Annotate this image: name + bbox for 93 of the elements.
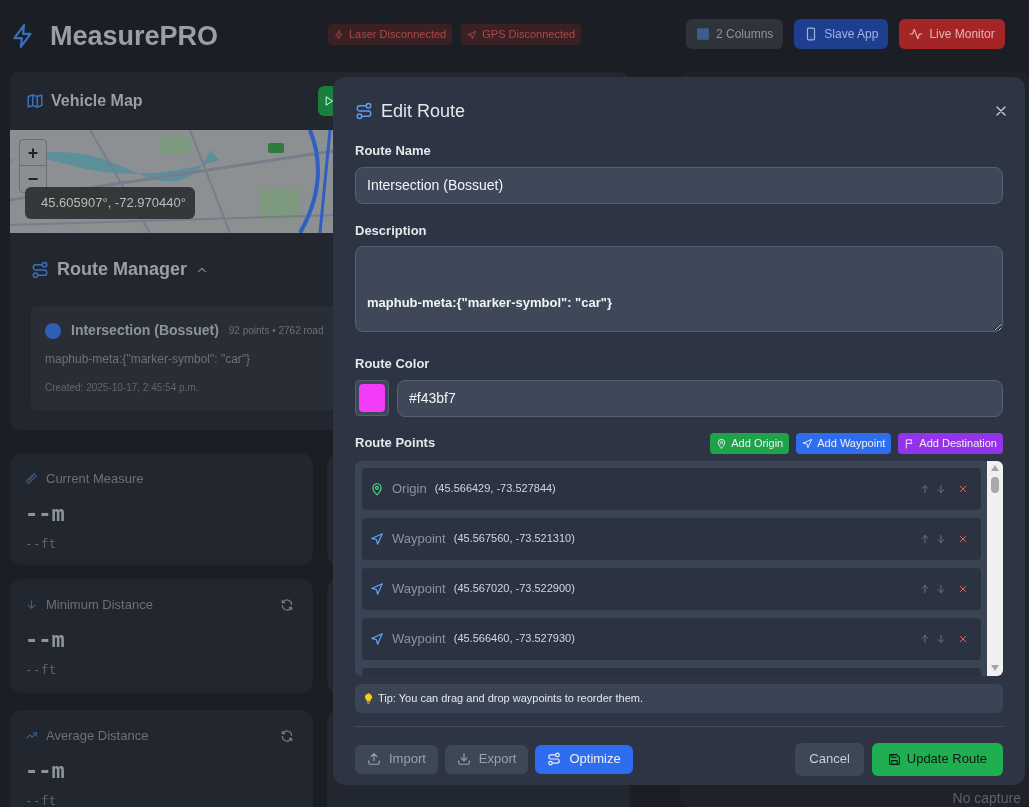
route-icon (547, 752, 562, 766)
arrow-down-icon (935, 632, 947, 645)
field-label: Route Name (355, 142, 432, 160)
panel-title: Vehicle Map (51, 91, 143, 111)
point-type: Waypoint (392, 579, 446, 598)
arrow-down-icon (935, 532, 947, 545)
scroll-up-icon[interactable] (991, 464, 999, 471)
point-coordinates: (45.567560, -73.521310) (453, 531, 575, 547)
pin-icon (370, 481, 384, 496)
update-button[interactable]: Update Route (871, 742, 1003, 776)
point-type: Origin (392, 479, 427, 498)
arrow-down-icon (935, 582, 947, 595)
refresh-icon (280, 597, 294, 612)
arrow-down-icon (25, 598, 38, 612)
download-icon (456, 752, 471, 766)
upload-icon (367, 752, 381, 766)
move-up-button[interactable] (919, 582, 931, 595)
add-point-button[interactable]: Add Destination (898, 432, 1003, 454)
field-label: Description (355, 221, 428, 240)
measure-value: --m (25, 625, 66, 654)
card-title: Current Measure (46, 470, 144, 488)
header-button[interactable]: Slave App (794, 19, 889, 49)
card-title: Minimum Distance (46, 596, 153, 614)
coordinates-text: 45.605907°, -72.970440° (41, 194, 186, 213)
navigation-icon (370, 581, 384, 596)
navigation-icon (370, 531, 384, 546)
arrow-up-icon (919, 532, 931, 545)
tip-text: Tip: You can drag and drop waypoints to reorder them. (378, 690, 643, 706)
arrow-up-icon (919, 482, 931, 495)
measure-unit: --ft (25, 791, 58, 807)
lightbulb-icon (363, 692, 374, 704)
section-title: Route Manager (57, 258, 188, 281)
navigation-icon (467, 29, 478, 40)
measure-value: --m (25, 499, 66, 528)
header-button[interactable]: Live Monitor (899, 19, 1005, 49)
point-coordinates: (45.567020, -73.522900) (453, 581, 575, 597)
map-icon (26, 92, 44, 110)
columns-icon (696, 27, 710, 41)
route-description: maphub-meta:{"marker-symbol": "car"} (45, 351, 252, 368)
move-up-button[interactable] (919, 532, 931, 545)
point-type: Waypoint (392, 529, 446, 548)
arrow-up-icon (919, 632, 931, 645)
zoom-in-button[interactable]: + (20, 140, 46, 166)
pulse-icon (909, 27, 924, 41)
app-title: MeasurePRO (50, 19, 219, 53)
arrow-down-icon (935, 482, 947, 495)
move-down-button[interactable] (935, 582, 947, 595)
save-icon (887, 752, 901, 766)
measure-value: --m (25, 756, 66, 785)
lightning-icon (334, 29, 344, 40)
footer-button[interactable]: Optimize (535, 744, 633, 774)
header-button[interactable]: 2 Columns (686, 19, 784, 49)
field-label: Route Points (355, 434, 436, 453)
scroll-down-icon[interactable] (991, 664, 999, 671)
pin-icon (716, 437, 728, 449)
move-up-button[interactable] (919, 632, 931, 645)
scrollbar-thumb[interactable] (991, 476, 999, 493)
move-down-button[interactable] (935, 532, 947, 545)
navigation-icon (370, 631, 384, 646)
point-type: Waypoint (392, 629, 446, 648)
name-field[interactable]: Intersection (Bossuet) (355, 166, 1003, 204)
point-coordinates: (45.566429, -73.527844) (434, 481, 556, 497)
status-badge: Laser Disconnected (328, 24, 453, 45)
scrollbar[interactable] (987, 460, 1003, 676)
empty-state-text: No capture (952, 789, 1021, 807)
measure-unit: --ft (25, 660, 58, 679)
field-label: Route Color (355, 355, 431, 373)
move-up-button[interactable] (919, 482, 931, 495)
add-point-button[interactable]: Add Waypoint (796, 432, 892, 454)
route-icon (355, 102, 373, 120)
cancel-button[interactable]: Cancel (795, 742, 864, 776)
arrow-up-icon (919, 582, 931, 595)
measure-unit: --ft (25, 534, 58, 553)
move-down-button[interactable] (935, 632, 947, 645)
footer-button[interactable]: Export (444, 744, 529, 774)
color-picker[interactable] (355, 379, 389, 416)
navigation-icon (802, 437, 814, 449)
dialog-title: Edit Route (381, 99, 466, 123)
add-point-button[interactable]: Add Origin (710, 432, 790, 454)
status-badge: GPS Disconnected (461, 24, 582, 45)
refresh-icon (280, 728, 294, 743)
route-name: Intersection (Bossuet) (71, 321, 219, 340)
route-icon (31, 260, 49, 279)
ruler-icon (25, 472, 38, 486)
footer-button[interactable]: Import (355, 744, 438, 774)
refresh-button[interactable] (280, 728, 294, 743)
point-coordinates: (45.566460, -73.527930) (453, 631, 575, 647)
card-title: Average Distance (46, 727, 149, 745)
refresh-button[interactable] (280, 597, 294, 612)
move-down-button[interactable] (935, 482, 947, 495)
description-field[interactable]: maphub-meta:{"marker-symbol": "car"} (355, 246, 1003, 332)
route-stats: 92 points • 2762 road (228, 324, 324, 338)
color-field[interactable]: #f43bf7 (397, 379, 1003, 417)
